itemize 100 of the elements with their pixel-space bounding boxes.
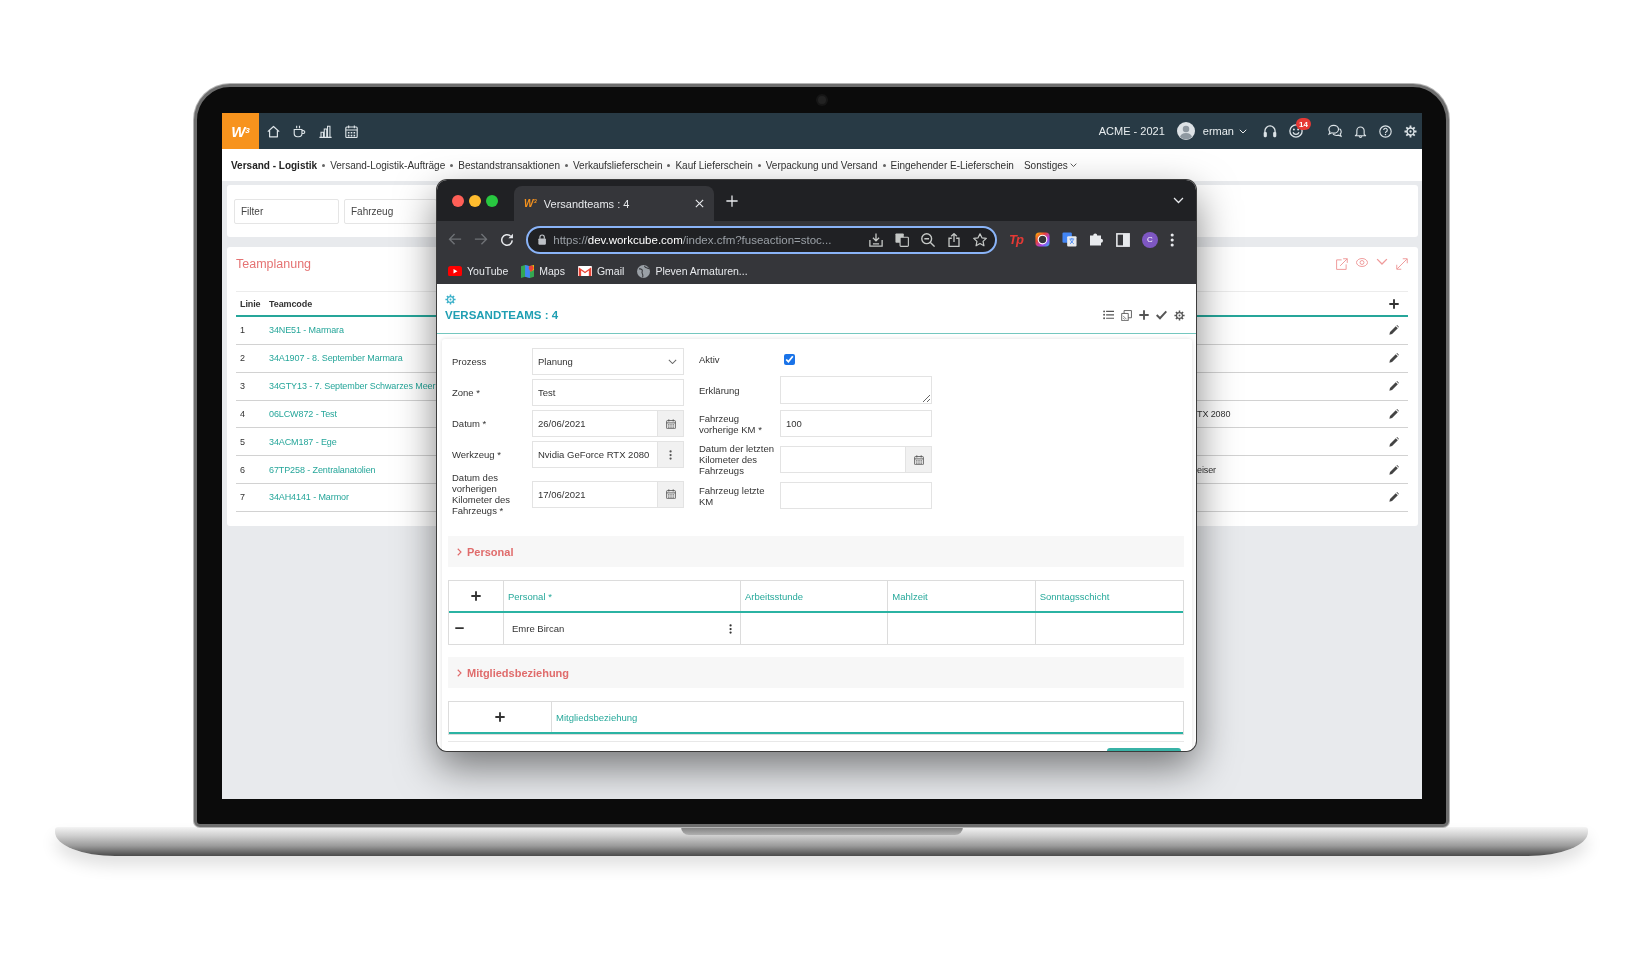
- text-field[interactable]: [780, 482, 932, 509]
- pencil-icon[interactable]: [1389, 492, 1399, 503]
- address-bar[interactable]: https://dev.workcube.com/index.cfm?fuseaction=stoc...: [526, 225, 997, 254]
- bookmark-link[interactable]: YouTube: [448, 265, 509, 277]
- calendar-button[interactable]: [658, 410, 684, 437]
- pencil-icon[interactable]: [1389, 325, 1399, 336]
- page-title: VERSANDTEAMS : 4: [445, 309, 559, 321]
- filter-field[interactable]: Filter: [234, 199, 339, 224]
- minimize-window-icon[interactable]: [469, 194, 481, 207]
- list-icon[interactable]: [1103, 310, 1114, 320]
- pencil-icon[interactable]: [1389, 353, 1399, 364]
- translate-icon[interactable]: [1061, 232, 1077, 247]
- bell-icon[interactable]: [1354, 124, 1367, 138]
- bar-chart-icon[interactable]: [319, 124, 332, 138]
- filter-field[interactable]: Fahrzeug: [344, 199, 437, 224]
- profile-avatar[interactable]: C: [1141, 231, 1158, 248]
- translate-icon[interactable]: [895, 232, 909, 247]
- check-icon[interactable]: [1156, 310, 1167, 320]
- field-label: Aktiv: [699, 353, 721, 365]
- mail-icon[interactable]: [577, 265, 592, 277]
- chevron-down-icon[interactable]: [1069, 162, 1077, 168]
- chevron-right-icon[interactable]: [457, 668, 462, 677]
- nav-link[interactable]: Eingehender E-Lieferschein: [890, 159, 1014, 171]
- pencil-icon[interactable]: [1389, 464, 1399, 475]
- column-header: Mitgliedsbeziehung: [556, 711, 638, 723]
- kebab-menu-icon[interactable]: [1169, 232, 1175, 247]
- calendar-button[interactable]: [906, 446, 932, 473]
- nav-link[interactable]: Kauf Lieferschein: [675, 159, 753, 171]
- plus-icon[interactable]: [1139, 310, 1149, 320]
- nav-link[interactable]: Verkaufslieferschein: [572, 159, 663, 171]
- checkbox[interactable]: [784, 353, 795, 365]
- help-icon[interactable]: [1379, 124, 1392, 138]
- zoom-out-icon[interactable]: [921, 232, 935, 247]
- new-tab-icon[interactable]: [726, 194, 738, 207]
- nav-title[interactable]: Versand - Logistik: [231, 159, 318, 171]
- avatar-icon[interactable]: [1176, 122, 1195, 140]
- bookmark-link[interactable]: Pleven Armaturen...: [637, 264, 748, 278]
- textarea-field[interactable]: [780, 376, 932, 404]
- calendar-icon[interactable]: [665, 489, 676, 499]
- text-field[interactable]: Test: [532, 379, 684, 406]
- home-icon[interactable]: [267, 124, 280, 138]
- video-icon[interactable]: [448, 265, 462, 277]
- field-label: Datum *: [452, 418, 488, 429]
- side-panel-icon[interactable]: [1115, 232, 1130, 247]
- browser-tab[interactable]: W$^{3}$ Versandteams : 4: [514, 186, 714, 221]
- select-field[interactable]: Planung: [532, 348, 684, 375]
- table-cell: TX 2080: [1197, 408, 1231, 419]
- nav-link[interactable]: Versand-Logistik-Aufträge: [330, 159, 446, 171]
- puzzle-icon[interactable]: [1088, 233, 1104, 246]
- text-field[interactable]: Nvidia GeForce RTX 2080: [532, 441, 658, 468]
- company-name[interactable]: ACME - 2021: [1098, 125, 1165, 137]
- chevron-right-icon[interactable]: [457, 547, 462, 556]
- user-menu-button[interactable]: erman: [1202, 125, 1247, 137]
- table-cell: Emre Bircan: [512, 623, 565, 634]
- plus-icon[interactable]: [495, 712, 505, 722]
- ring-icon[interactable]: [1034, 232, 1050, 247]
- reload-icon[interactable]: [500, 232, 514, 247]
- close-window-icon[interactable]: [452, 194, 464, 207]
- card-title: Teamplanung: [236, 257, 312, 271]
- field-label: Datum der letzten Kilometer des Fahrzeugs: [699, 443, 775, 476]
- text-field[interactable]: 100: [780, 410, 932, 437]
- bookmark-link[interactable]: Maps: [521, 264, 565, 278]
- calendar-icon[interactable]: [665, 418, 676, 429]
- table-cell-text: 1: [239, 325, 246, 336]
- chat-icon[interactable]: [1328, 124, 1342, 138]
- pencil-icon[interactable]: [1389, 381, 1399, 392]
- column-header: Sonntagsschicht: [1039, 590, 1110, 602]
- settings-icon[interactable]: [1174, 309, 1185, 321]
- nav-link[interactable]: Bestandstransaktionen: [458, 159, 560, 171]
- column-header: Linie: [239, 298, 262, 309]
- headset-icon[interactable]: [1263, 124, 1277, 138]
- pencil-icon[interactable]: [1389, 436, 1399, 447]
- calendar-button[interactable]: [658, 480, 684, 508]
- cup-icon[interactable]: [293, 124, 306, 138]
- plus-icon[interactable]: [1389, 298, 1399, 309]
- nav-link[interactable]: Verpackung und Versand: [765, 159, 878, 171]
- globe-icon[interactable]: [637, 264, 651, 278]
- field-label: Fahrzeug letzte KM: [699, 484, 766, 507]
- column-header: Mahlzeit: [892, 590, 928, 602]
- bookmark-link[interactable]: Gmail: [577, 265, 625, 277]
- pencil-icon[interactable]: [1389, 408, 1399, 419]
- copy-icon[interactable]: [1121, 309, 1132, 321]
- nav-dropdown[interactable]: Sonstiges: [1023, 159, 1077, 171]
- date-field[interactable]: 26/06/2021: [532, 410, 658, 437]
- date-field[interactable]: 17/06/2021: [532, 480, 658, 508]
- plus-icon[interactable]: [471, 591, 481, 601]
- share-icon[interactable]: [947, 232, 961, 247]
- install-icon[interactable]: [869, 232, 883, 247]
- maximize-window-icon[interactable]: [486, 194, 498, 207]
- kebab-menu-icon[interactable]: [728, 623, 732, 634]
- close-icon[interactable]: [695, 199, 704, 208]
- kebab-menu-icon[interactable]: [668, 449, 673, 460]
- calendar-icon[interactable]: [913, 454, 924, 465]
- minus-icon[interactable]: [455, 627, 464, 630]
- star-icon[interactable]: [973, 232, 987, 247]
- map-icon[interactable]: [521, 264, 535, 278]
- column-header: Arbeitsstunde: [745, 590, 804, 602]
- table-cell-text: 2: [239, 353, 246, 364]
- tab-favicon: W$^{3}$: [524, 197, 537, 210]
- date-field[interactable]: [780, 446, 906, 473]
